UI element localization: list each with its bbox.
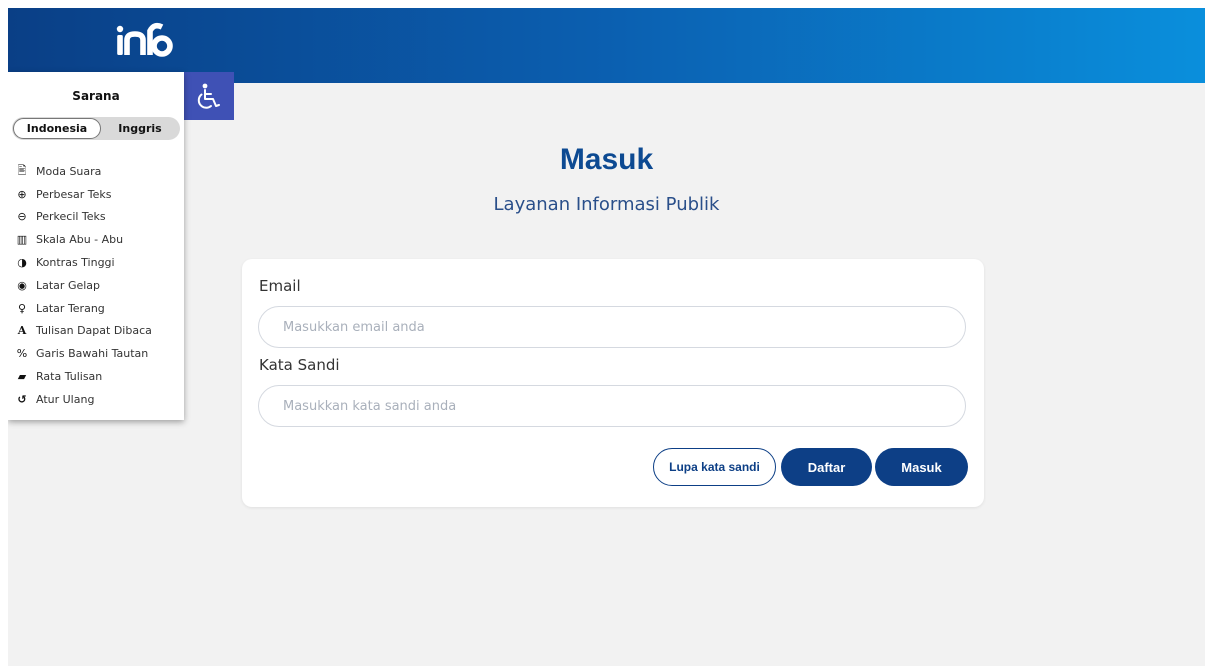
reset-icon: ↺ <box>17 392 27 406</box>
tool-tulisan-dapat-dibaca[interactable]: A Tulisan Dapat Dibaca <box>16 320 152 343</box>
tool-skala-abu[interactable]: ▥ Skala Abu - Abu <box>16 228 152 251</box>
contrast-icon: ◑ <box>17 256 27 270</box>
tool-label: Rata Tulisan <box>36 370 103 384</box>
tool-label: Latar Gelap <box>36 278 101 292</box>
app-frame: Sarana Indonesia Inggris 🖹 Moda Suara ⊕ Pe… <box>8 8 1205 666</box>
language-option-indonesia[interactable]: Indonesia <box>13 118 101 139</box>
tool-label: Skala Abu - Abu <box>36 233 124 247</box>
site-logo[interactable] <box>114 18 184 58</box>
tool-atur-ulang[interactable]: ↺ Atur Ulang <box>16 388 152 411</box>
page-title: Masuk <box>559 143 654 176</box>
accessibility-toggle-button[interactable] <box>184 72 234 120</box>
tool-label: Kontras Tinggi <box>36 256 115 270</box>
link-icon: % <box>16 347 28 361</box>
page-subtitle: Layanan Informasi Publik <box>493 194 720 215</box>
login-card: Email Kata Sandi Lupa kata sandi Daftar … <box>242 259 984 507</box>
password-field[interactable] <box>258 385 966 427</box>
comment-icon: ▰ <box>17 370 27 384</box>
tool-latar-gelap[interactable]: ◉ Latar Gelap <box>16 274 152 297</box>
register-button[interactable]: Daftar <box>781 448 872 486</box>
tool-kontras-tinggi[interactable]: ◑ Kontras Tinggi <box>16 251 152 274</box>
wheelchair-icon <box>197 83 220 109</box>
tool-label: Atur Ulang <box>36 392 95 406</box>
tool-garis-bawahi-tautan[interactable]: % Garis Bawahi Tautan <box>16 342 152 365</box>
password-label: Kata Sandi <box>259 356 340 374</box>
language-switch: Indonesia Inggris <box>12 117 180 140</box>
email-field[interactable] <box>258 306 966 348</box>
tool-label: Latar Terang <box>36 301 105 315</box>
tool-label: Tulisan Dapat Dibaca <box>36 324 152 338</box>
font-icon: A <box>17 324 27 338</box>
forgot-password-button[interactable]: Lupa kata sandi <box>653 448 776 486</box>
email-label: Email <box>259 277 301 295</box>
eye-icon: ◉ <box>17 278 27 292</box>
accessibility-panel: Sarana Indonesia Inggris 🖹 Moda Suara ⊕ Pe… <box>8 72 184 420</box>
tool-rata-tulisan[interactable]: ▰ Rata Tulisan <box>16 365 152 388</box>
language-option-inggris[interactable]: Inggris <box>102 117 178 140</box>
barcode-icon: ▥ <box>16 233 28 247</box>
lightbulb-icon: ♀ <box>17 301 27 315</box>
tool-latar-terang[interactable]: ♀ Latar Terang <box>16 297 152 320</box>
login-button[interactable]: Masuk <box>875 448 968 486</box>
panel-title: Sarana <box>72 89 120 103</box>
tool-label: Garis Bawahi Tautan <box>36 347 149 361</box>
